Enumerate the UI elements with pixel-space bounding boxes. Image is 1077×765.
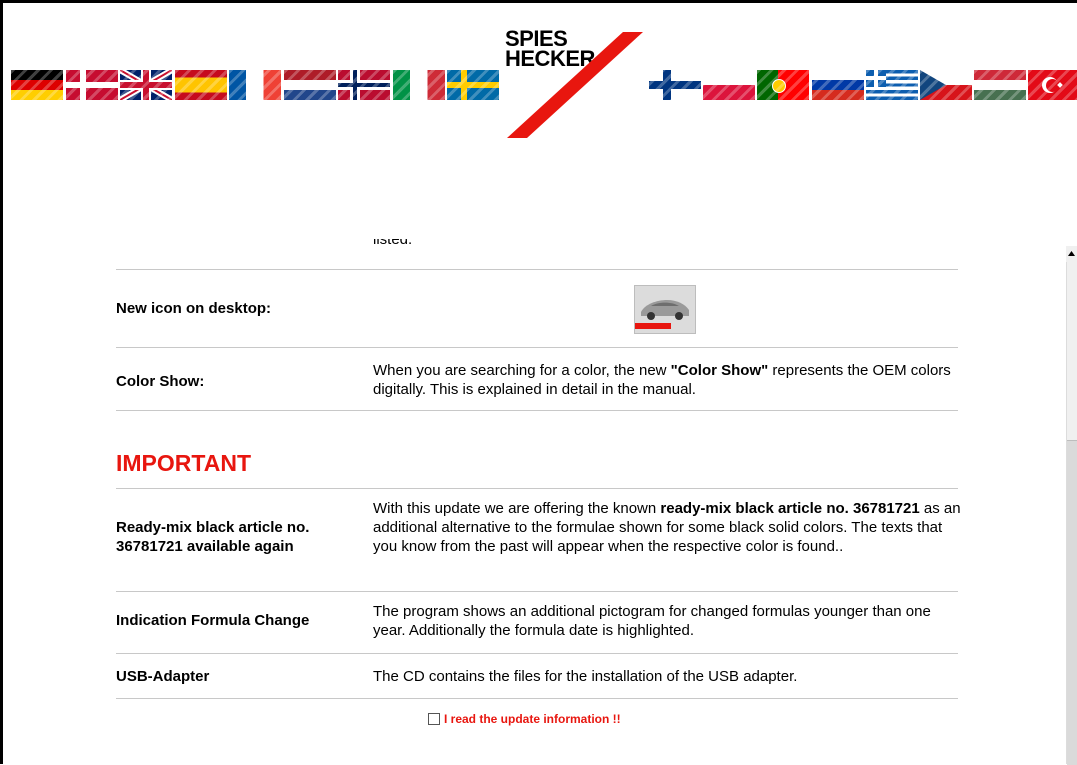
flag-turkey[interactable] — [1028, 70, 1077, 100]
flag-italy[interactable] — [393, 70, 445, 100]
truncated-text: listed. — [373, 239, 413, 248]
flag-denmark[interactable] — [66, 70, 118, 100]
desktop-icon-image — [634, 285, 696, 334]
divider — [116, 698, 958, 699]
read-confirmation-label[interactable]: I read the update information !! — [444, 712, 621, 726]
car-icon — [635, 286, 695, 333]
flag-poland[interactable] — [703, 70, 755, 100]
row-desc-formula-change: The program shows an additional pictogra… — [373, 603, 931, 639]
scrollbar-thumb[interactable] — [1067, 440, 1077, 765]
scroll-up-button[interactable] — [1066, 246, 1077, 262]
divider — [116, 410, 958, 411]
row-label-formula-change: Indication Formula Change — [116, 612, 310, 629]
flag-greece[interactable] — [866, 70, 918, 100]
flag-norway[interactable] — [338, 70, 390, 100]
window-frame-top — [0, 0, 1077, 3]
row-desc-color-show: When you are searching for a color, the … — [373, 362, 951, 398]
divider — [116, 269, 958, 270]
flag-portugal[interactable] — [757, 70, 809, 100]
row-label-ready-mix: Ready-mix black article no. 36781721 ava… — [116, 519, 310, 555]
row-label-new-icon: New icon on desktop: — [116, 300, 272, 317]
flag-finland[interactable] — [649, 70, 701, 100]
arrow-up-icon — [1068, 251, 1075, 256]
divider — [116, 653, 958, 654]
row-desc-ready-mix: With this update we are offering the kno… — [373, 500, 961, 555]
flag-germany[interactable] — [11, 70, 63, 100]
spies-hecker-logo[interactable]: SPIES HECKER — [505, 28, 645, 140]
row-label-usb-adapter: USB-Adapter — [116, 668, 210, 685]
flag-france[interactable] — [229, 70, 281, 100]
flag-czech-republic[interactable] — [920, 70, 972, 100]
flag-sweden[interactable] — [447, 70, 499, 100]
divider — [116, 347, 958, 348]
read-confirmation[interactable]: I read the update information !! — [428, 712, 621, 726]
flag-united-kingdom[interactable] — [120, 70, 172, 100]
row-desc-usb-adapter: The CD contains the files for the instal… — [373, 668, 798, 685]
divider — [116, 591, 958, 592]
important-heading: IMPORTANT — [116, 450, 252, 476]
window-frame-left — [0, 0, 3, 764]
flag-russia[interactable] — [812, 70, 864, 100]
flag-hungary[interactable] — [974, 70, 1026, 100]
row-label-color-show: Color Show: — [116, 373, 205, 390]
flag-spain[interactable] — [175, 70, 227, 100]
divider — [116, 488, 958, 489]
logo-slash-icon — [507, 32, 643, 138]
read-confirmation-checkbox[interactable] — [428, 713, 440, 725]
flag-netherlands[interactable] — [284, 70, 336, 100]
